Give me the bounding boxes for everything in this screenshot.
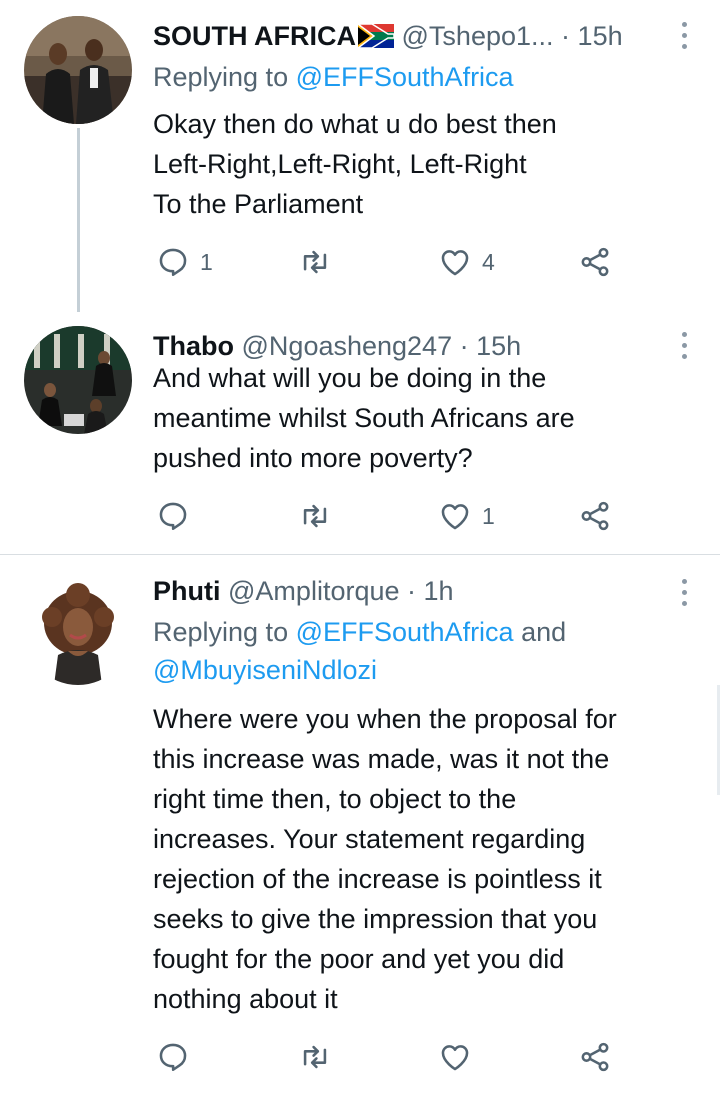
mention-link[interactable]: @EFFSouthAfrica <box>296 617 514 647</box>
tweet-text: Okay then do what u do best then Left-Ri… <box>153 104 693 224</box>
retweet-button[interactable] <box>298 1037 332 1077</box>
more-options-icon[interactable] <box>680 332 688 360</box>
share-icon <box>581 1042 609 1072</box>
tweet-text-line: fought for the poor and yet you did <box>153 944 565 974</box>
timestamp[interactable]: 15h <box>578 21 623 51</box>
south-africa-flag-icon <box>355 19 395 56</box>
tweet-text-line: right time then, to object to the <box>153 784 517 814</box>
share-button[interactable] <box>578 242 612 282</box>
reply-button[interactable]: 1 <box>156 242 213 282</box>
avatar[interactable] <box>24 16 132 124</box>
tweet-text-line: Okay then do what u do best then <box>153 109 557 139</box>
heart-icon <box>441 504 469 530</box>
tweet[interactable]: Thabo @Ngoasheng247 · 15h And what will … <box>0 310 720 554</box>
retweet-icon <box>303 1045 327 1069</box>
tweet[interactable]: Phuti @Amplitorque · 1h Replying to @EFF… <box>0 555 720 1098</box>
retweet-button[interactable] <box>298 242 342 282</box>
mention-link[interactable]: @MbuyiseniNdlozi <box>153 655 377 685</box>
like-count: 1 <box>482 502 495 529</box>
avatar[interactable] <box>24 326 132 434</box>
tweet-actions <box>153 1037 623 1077</box>
tweet-text-line: pushed into more poverty? <box>153 443 473 473</box>
tweet-text-line: meantime whilst South Africans are <box>153 403 575 433</box>
share-button[interactable] <box>578 496 612 536</box>
share-icon <box>581 501 609 531</box>
reply-icon <box>159 1043 187 1072</box>
share-icon <box>581 247 609 277</box>
timestamp[interactable]: 15h <box>476 331 521 361</box>
share-button[interactable] <box>578 1037 612 1077</box>
user-handle[interactable]: @Ngoasheng247 <box>242 331 453 361</box>
thread-line <box>77 128 80 312</box>
timestamp[interactable]: 1h <box>424 576 454 606</box>
replying-prefix: Replying to <box>153 617 296 647</box>
reply-count: 1 <box>200 248 213 275</box>
tweet-text-line: increases. Your statement regarding <box>153 824 586 854</box>
tweet-actions: 1 4 <box>153 242 623 282</box>
user-handle[interactable]: @Tshepo1... <box>402 21 554 51</box>
retweet-button[interactable] <box>298 496 342 536</box>
like-button[interactable]: 4 <box>438 242 495 282</box>
tweet-text-line: nothing about it <box>153 984 338 1014</box>
reply-icon <box>159 502 187 531</box>
tweet-text-line: seeks to give the impression that you <box>153 904 598 934</box>
replying-prefix: Replying to <box>153 62 296 92</box>
user-handle[interactable]: @Amplitorque <box>228 576 399 606</box>
reply-icon <box>159 248 187 277</box>
retweet-icon <box>303 250 327 274</box>
replying-and: and <box>513 617 567 647</box>
reply-button[interactable] <box>156 1037 190 1077</box>
tweet[interactable]: SOUTH AFRICA @Tshepo1... · 15h Replying … <box>0 0 720 312</box>
tweet-header: SOUTH AFRICA @Tshepo1... · 15h <box>153 16 664 56</box>
tweet-header: Phuti @Amplitorque · 1h <box>153 571 664 611</box>
tweet-text: And what will you be doing in the meanti… <box>153 358 693 478</box>
tweet-text: Where were you when the proposal for thi… <box>153 699 693 1019</box>
tweet-text-line: Left-Right,Left-Right, Left-Right <box>153 149 527 179</box>
retweet-icon <box>303 504 327 528</box>
separator-dot: · <box>407 576 417 606</box>
display-name[interactable]: SOUTH AFRICA <box>153 21 356 51</box>
reply-button[interactable] <box>156 496 200 536</box>
separator-dot: · <box>459 331 469 361</box>
mention-link[interactable]: @EFFSouthAfrica <box>296 62 514 92</box>
heart-icon <box>441 250 469 276</box>
tweet-text-line: And what will you be doing in the <box>153 363 547 393</box>
display-name[interactable]: Thabo <box>153 331 234 361</box>
like-button[interactable]: 1 <box>438 496 495 536</box>
more-options-icon[interactable] <box>680 579 688 607</box>
tweet-text-line: rejection of the increase is pointless i… <box>153 864 602 894</box>
replying-to: Replying to @EFFSouthAfrica and @Mbuyise… <box>153 613 566 689</box>
like-button[interactable] <box>438 1037 472 1077</box>
display-name[interactable]: Phuti <box>153 576 221 606</box>
tweet-text-line: Where were you when the proposal for <box>153 704 617 734</box>
tweet-text-line: To the Parliament <box>153 189 364 219</box>
tweet-actions: 1 <box>153 496 623 536</box>
like-count: 4 <box>482 248 495 275</box>
replying-to: Replying to @EFFSouthAfrica <box>153 58 514 96</box>
tweet-text-line: this increase was made, was it not the <box>153 744 610 774</box>
heart-icon <box>441 1045 469 1071</box>
more-options-icon[interactable] <box>680 22 688 50</box>
separator-dot: · <box>561 21 571 51</box>
avatar[interactable] <box>24 577 132 685</box>
